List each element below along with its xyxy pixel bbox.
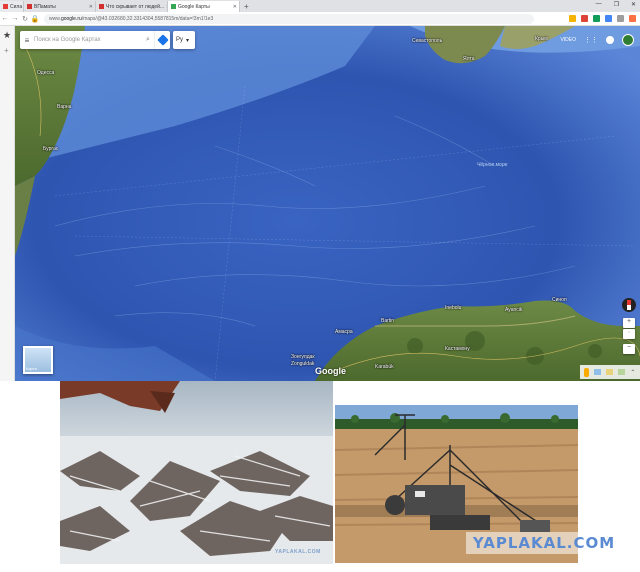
map-swatch-icon[interactable] [618,369,626,375]
map-canvas [15,26,640,381]
tab-label: ВПаматы [34,3,56,10]
chevron-up-icon[interactable]: ⌃ [630,369,635,376]
zoom-out-button[interactable]: − [623,344,635,354]
satellite-swatch-icon[interactable] [606,369,614,375]
map-label-crimea[interactable]: Крым [535,36,548,42]
url-field[interactable]: www. google.ru/maps/@43.032680,32.3314304… [44,13,534,24]
extension-icon[interactable] [593,15,600,22]
directions-icon[interactable] [154,31,170,49]
map-label-city[interactable]: Bartin [381,318,394,324]
map-label-city[interactable]: Karabük [375,364,394,370]
address-bar: ← → ↻ 🔒 www. google.ru/maps/@43.032680,32… [0,12,640,26]
pegman-icon[interactable] [584,367,590,377]
account-bar: VIDEO ⋮⋮ [560,34,634,46]
map-label-sinop[interactable]: Синоп [552,297,567,303]
avatar[interactable] [622,34,634,46]
extension-icon[interactable] [581,15,588,22]
map-bottom-bar: ⌃ [580,365,640,379]
close-icon[interactable]: ✕ [89,4,93,10]
map-label-sea: Чёрное море [477,162,508,168]
tab-google-maps[interactable]: Google Карты ✕ [168,1,240,12]
satellite-map[interactable]: ≡ Поиск на Google Картах ⌕ Ру ▾ VIDEO ⋮⋮… [15,26,640,381]
minimize-button[interactable]: — [596,1,602,8]
watermark: YAPLAKAL.COM [466,532,622,554]
search-icon[interactable]: ⌕ [142,36,154,44]
tab-label: Что скрывает от людей... [106,3,165,10]
tab-vpamaty[interactable]: ВПаматы ✕ [24,1,96,12]
maps-favicon-icon [171,4,176,9]
tab-article[interactable]: Что скрывает от людей... ✕ [96,1,168,12]
search-box[interactable]: ≡ Поиск на Google Картах ⌕ [20,31,170,49]
close-window-button[interactable]: ✕ [631,1,636,8]
plus-icon[interactable]: + [240,1,249,12]
map-label-city[interactable]: Одесса [37,70,54,76]
zoom-in-button[interactable]: + [623,318,635,328]
extension-icons [569,15,636,22]
map-label-city[interactable]: Zonguldak [291,361,314,367]
google-logo: Google [315,366,346,376]
hamburger-menu-icon[interactable]: ≡ [20,36,34,45]
plus-icon[interactable]: + [4,46,9,55]
street-view-icon[interactable]: · [623,329,635,339]
tab-bar: Сила ВПаматы ✕ Что скрывает от людей... … [0,0,640,12]
map-label-city[interactable]: Ayancik [505,307,522,313]
map-label-city[interactable]: Зонгулдак [291,354,315,360]
map-label-city[interactable]: Бургас [43,146,58,152]
back-arrow-icon[interactable]: ← [0,15,10,22]
menu-icon[interactable] [629,15,636,22]
tab-label: Google Карты [178,3,210,10]
browser-window: Сила ВПаматы ✕ Что скрывает от людей... … [0,0,640,381]
favicon-icon [3,4,8,9]
window-controls: — ❐ ✕ [596,1,636,8]
map-label-city[interactable]: Кастамону [445,346,470,352]
map-label-city[interactable]: Амасра [335,329,353,335]
tab-sila[interactable]: Сила [0,1,24,12]
tab-label: Сила [10,3,23,10]
forward-arrow-icon[interactable]: → [10,15,20,22]
apps-grid-icon[interactable]: ⋮⋮ [584,36,598,44]
watermark: YAPLAKAL.COM [275,549,321,555]
extension-icon[interactable] [617,15,624,22]
extension-icon[interactable] [605,15,612,22]
layers-thumbnail[interactable]: Карта [23,346,53,374]
compass-icon[interactable] [622,298,636,312]
favicon-icon [99,4,104,9]
favicon-icon [27,4,32,9]
mountains-photo: YAPLAKAL.COM [60,381,333,564]
search-input[interactable]: Поиск на Google Картах [34,37,142,43]
terrain-swatch-icon[interactable] [594,369,602,375]
extension-icon[interactable] [569,15,576,22]
bookmarks-sidebar: ★ + [0,26,15,381]
notifications-icon[interactable] [606,36,614,44]
video-label[interactable]: VIDEO [560,37,576,43]
map-label-city[interactable]: Варна [57,104,71,110]
star-icon[interactable]: ★ [3,30,11,41]
maximize-button[interactable]: ❐ [614,1,619,8]
map-label-sevastopol[interactable]: Севастополь [412,38,442,44]
lock-icon: 🔒 [30,15,40,23]
chevron-down-icon: ▾ [186,37,190,44]
reload-icon[interactable]: ↻ [20,15,30,23]
map-label-city[interactable]: Inebolu [445,305,461,311]
close-icon[interactable]: ✕ [233,4,237,10]
language-select[interactable]: Ру ▾ [173,31,195,49]
map-label-yalta[interactable]: Ялта [463,56,475,62]
